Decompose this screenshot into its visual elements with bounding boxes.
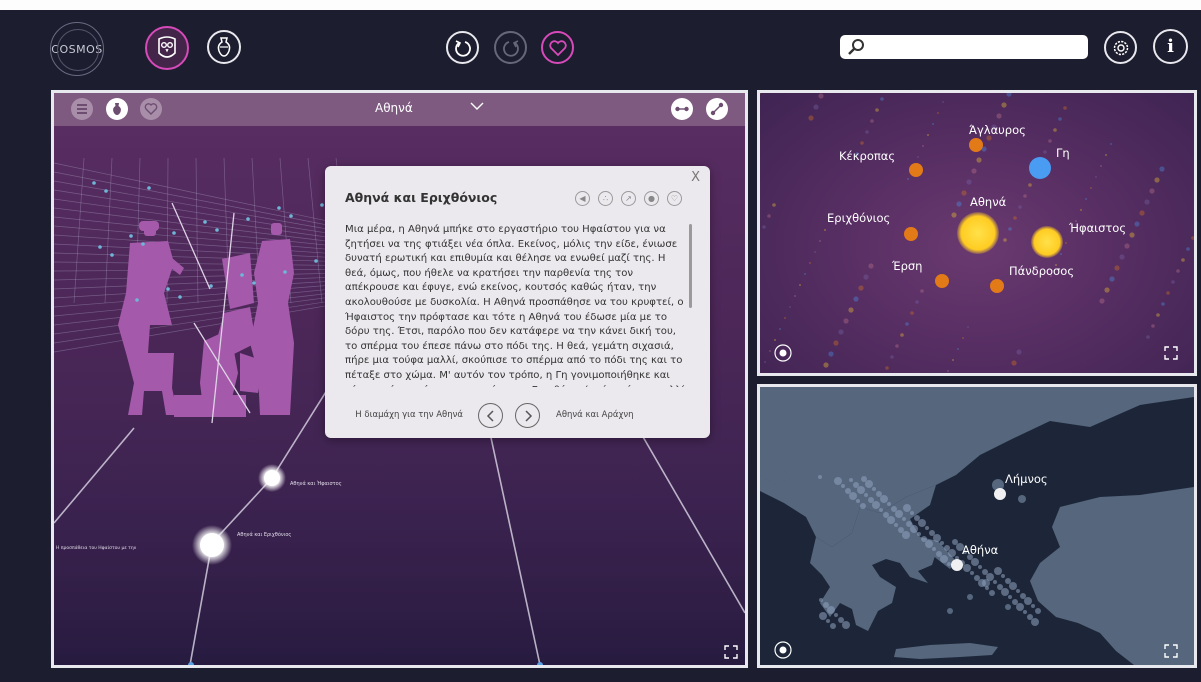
graph-node-gi[interactable] — [1029, 157, 1051, 179]
audio-icon[interactable]: ◀ — [575, 191, 590, 206]
graph-node-hephaistos[interactable] — [1031, 226, 1063, 258]
map-label-athina: Αθήνα — [962, 543, 999, 557]
map-marker-athina[interactable] — [951, 559, 963, 571]
heart-icon[interactable]: ♡ — [667, 191, 682, 206]
graph-node-athena[interactable] — [957, 212, 999, 254]
graph-node-pandrosos[interactable] — [990, 279, 1004, 293]
node-athena-hephaistos[interactable] — [264, 470, 280, 486]
close-button[interactable]: X — [691, 170, 700, 185]
graph-node-aglauros[interactable] — [969, 138, 983, 152]
chevron-right-icon — [524, 409, 532, 422]
previous-story-link[interactable]: Η διαμάχη για την Αθηνά — [355, 410, 463, 420]
scrollbar[interactable] — [689, 224, 692, 308]
favorite-button[interactable] — [541, 31, 574, 64]
info-icon: i — [1167, 36, 1174, 57]
cosmos-logo[interactable]: COSMOS — [50, 22, 104, 76]
vase-icon[interactable]: ● — [644, 191, 659, 206]
map-panel: Λήμνος Αθήνα — [757, 384, 1197, 668]
eye-icon[interactable] — [774, 344, 792, 362]
network-icon — [675, 106, 689, 112]
people-icon[interactable]: ∴ — [598, 191, 613, 206]
settings-button[interactable] — [1104, 31, 1137, 64]
graph-view-button[interactable] — [706, 98, 728, 120]
undo-button[interactable] — [446, 31, 479, 64]
node-athena-erichthonios[interactable] — [200, 533, 224, 557]
story-card: X Αθηνά και Εριχθόνιος ◀ ∴ ↗ ● ♡ Μια μέρ… — [325, 166, 710, 438]
eye-icon[interactable] — [774, 641, 792, 659]
heart-icon — [144, 103, 158, 115]
chevron-left-icon — [486, 409, 494, 422]
graph-node-kekrops[interactable] — [909, 163, 923, 177]
graph-label-erichthonios: Εριχθόνιος — [827, 211, 890, 225]
graph-label-kekrops: Κέκροπας — [839, 149, 895, 163]
chevron-down-icon[interactable] — [470, 101, 484, 111]
redo-icon — [502, 39, 519, 57]
expand-icon[interactable] — [1164, 346, 1178, 360]
node-label-hephaistos: Αθηνά και Ήφαιστος — [290, 480, 342, 487]
owl-icon — [158, 36, 176, 58]
node-label-side: Η προσπάθεια του Ηφαίστου με την — [56, 544, 137, 551]
menu-button[interactable] — [71, 98, 93, 120]
logo-text: COSMOS — [51, 42, 103, 56]
map-marker-limnos[interactable] — [994, 488, 1006, 500]
story-navigation: Η διαμάχη για την Αθηνά Αθηνά και Αράχνη — [325, 403, 710, 431]
panel-vase-button[interactable] — [106, 98, 128, 120]
expand-icon[interactable] — [1164, 644, 1178, 658]
network-view-button[interactable] — [671, 98, 693, 120]
graph-label-pandrosos: Πάνδροσος — [1009, 264, 1074, 278]
graph-label-hephaistos: Ήφαιστος — [1068, 221, 1126, 235]
share-icon[interactable]: ↗ — [621, 191, 636, 206]
graph-node-erse[interactable] — [935, 274, 949, 288]
panel-favorite-button[interactable] — [140, 98, 162, 120]
graph-icon — [710, 102, 724, 116]
expand-icon[interactable] — [724, 645, 738, 659]
graph-label-aglauros: Άγλαυρος — [969, 123, 1026, 137]
graph-label-gi: Γη — [1056, 146, 1070, 160]
map-label-limnos: Λήμνος — [1005, 472, 1048, 486]
info-button[interactable]: i — [1153, 29, 1188, 64]
node-label-erichthonios: Αθηνά και Εριχθόνιος — [237, 531, 291, 538]
panel-title: Αθηνά — [375, 101, 413, 115]
panel-toolbar: Αθηνά — [54, 93, 745, 126]
next-button[interactable] — [515, 403, 540, 428]
relationship-graph[interactable]: Άγλαυρος Κέκροπας Γη Αθηνά Εριχθόνιος Ήφ… — [760, 93, 1194, 373]
vase-mode-button[interactable] — [207, 30, 241, 64]
owl-mode-button[interactable] — [145, 26, 189, 70]
story-title: Αθηνά και Εριχθόνιος — [345, 190, 498, 205]
undo-icon — [454, 39, 471, 57]
search-input[interactable] — [840, 35, 1088, 59]
cropped-header-strip — [0, 0, 1201, 10]
heart-icon — [548, 39, 567, 56]
previous-button[interactable] — [478, 403, 503, 428]
map[interactable]: Λήμνος Αθήνα — [760, 387, 1194, 665]
redo-button[interactable] — [494, 31, 527, 64]
next-story-link[interactable]: Αθηνά και Αράχνη — [556, 410, 634, 420]
graph-label-athena: Αθηνά — [970, 195, 1007, 209]
graph-node-erichthonios[interactable] — [904, 227, 918, 241]
gear-icon — [1113, 40, 1128, 55]
relationship-graph-panel: Άγλαυρος Κέκροπας Γη Αθηνά Εριχθόνιος Ήφ… — [757, 90, 1197, 376]
story-text: Μια μέρα, η Αθηνά μπήκε στο εργαστήριο τ… — [345, 224, 684, 387]
vase-icon — [217, 37, 231, 57]
search-icon — [848, 39, 864, 55]
graph-label-erse: Έρση — [891, 259, 922, 273]
vase-icon — [113, 103, 121, 115]
